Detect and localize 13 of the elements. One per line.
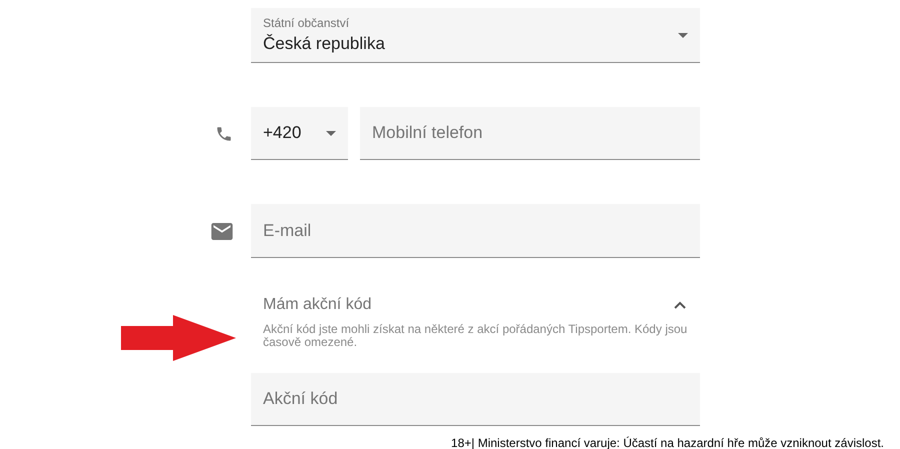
phone-input-field[interactable]: Mobilní telefon [360,107,700,160]
phone-prefix-select[interactable]: +420 [251,107,348,160]
promo-code-toggle[interactable]: Mám akční kód [263,296,372,314]
email-input-field[interactable]: E-mail [251,204,700,258]
dropdown-caret-icon [326,130,336,136]
mail-icon [211,222,233,240]
arrow-icon [121,315,236,361]
dropdown-caret-icon [678,32,688,38]
chevron-icon[interactable] [674,301,686,309]
promo-code-input-field[interactable]: Akční kód [251,373,700,426]
help-text: Akční kód jste mohli získat na některé z akcí pořádaných Tipsportem. Kódy jsou časově omezené. [262,323,688,349]
citizenship-select[interactable]: Státní občanství Česká republika [251,8,700,63]
phone-icon [215,124,233,142]
